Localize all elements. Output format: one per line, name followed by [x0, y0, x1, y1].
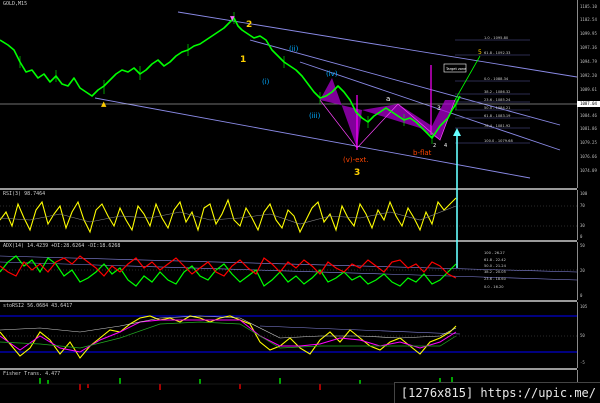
wave-label-iii: (iii)	[309, 112, 321, 120]
wave-label-2: 2	[246, 20, 252, 30]
stoch-rsi-pane[interactable]: stoRSI2 56.0684 43.6417	[0, 302, 577, 368]
price-tick: 1089.61	[580, 87, 597, 92]
adx-scale: 50 20 0	[577, 242, 600, 300]
adx-minus-di	[0, 255, 457, 279]
upper-channel-line	[177, 11, 577, 78]
adx-fib-labels: 100 - 26.27 61.8 - 22.42 50.0 - 21.24 38…	[484, 251, 507, 289]
wave-label-b-flat: b-flat	[413, 149, 432, 157]
wave-label-ii: (ii)	[289, 45, 299, 53]
stoch-tick: 105	[580, 304, 588, 309]
adx-pane[interactable]: ADX(14) 14.4239 +DI:28.6264 -DI:18.6268 …	[0, 242, 577, 300]
svg-text:50.0 - 21.24: 50.0 - 21.24	[484, 264, 507, 268]
svg-text:23.6 - 18.60: 23.6 - 18.60	[484, 277, 507, 281]
projection-line	[454, 55, 481, 101]
fib-label: 61.8 - 1083.19	[484, 114, 511, 118]
adx-tick: 0	[580, 293, 583, 298]
adx-tick: 20	[580, 268, 585, 273]
adx-canvas: 100 - 26.27 61.8 - 22.42 50.0 - 21.24 38…	[0, 251, 577, 289]
rsi-tick: 0	[580, 234, 583, 239]
stoch-rsi-canvas	[0, 315, 577, 359]
svg-text:0.0 - 16.20: 0.0 - 16.20	[484, 285, 504, 289]
fib-label: 38.2 - 1086.32	[484, 90, 510, 94]
fib-level-labels: 1.0 - 1095.80 61.8 - 1092.33 0.0 - 1088.…	[484, 36, 513, 143]
price-tick: 1076.66	[580, 154, 597, 159]
price-tick: 1097.36	[580, 45, 597, 50]
adx-tick: 50	[580, 243, 585, 248]
rsi-tick: 30	[580, 223, 585, 228]
price-tick: 1074.09	[580, 168, 597, 173]
wave-label-1: 1	[240, 55, 246, 65]
svg-text:100 - 26.27: 100 - 26.27	[484, 251, 505, 255]
fib-label: 1.0 - 1095.80	[484, 36, 509, 40]
wave-label-5: 5	[478, 49, 482, 56]
pattern-right-wing	[362, 100, 455, 140]
price-tick: 1081.86	[580, 126, 597, 131]
price-tick: 1079.25	[580, 140, 597, 145]
fib-label: 100.0 - 1079.68	[484, 139, 513, 143]
stoch-rsi-scale: 105 50 -5	[577, 302, 600, 368]
price-series	[0, 17, 461, 139]
wave-label-i: (i)	[262, 78, 270, 86]
rsi-line	[0, 197, 457, 234]
rsi-tick: 70	[580, 203, 585, 208]
top-marker: ▼	[230, 15, 235, 22]
price-scale[interactable]: 1105.10 1102.54 1099.95 1097.36 1094.79 …	[577, 0, 600, 188]
price-chart-canvas[interactable]: ▲ ▼ 1.0 - 1095.80 61.8 - 1092.33 0.0 - 1…	[0, 0, 577, 188]
price-tick: 1099.95	[580, 31, 597, 36]
wave-label-a: a	[386, 95, 390, 103]
wave-label-2b: 2	[433, 143, 436, 149]
wave-label-3: 3	[354, 168, 360, 178]
price-tick: 1092.20	[580, 73, 597, 78]
price-tick: 1084.46	[580, 113, 597, 118]
price-chart-pane[interactable]: GOLD,M15 ▲ ▼ 1.0 - 1095.80 61.8 - 1092.3…	[0, 0, 577, 188]
stoch-tick: 50	[580, 333, 585, 338]
stoch-band-white	[0, 315, 457, 339]
stoch-tick: -5	[580, 360, 585, 365]
fib-label: 61.8 - 1092.33	[484, 51, 510, 55]
up-arrow-marker: ▲	[101, 100, 107, 108]
rsi-canvas	[0, 197, 577, 234]
target-zone-label: Target zone	[445, 67, 466, 71]
cyan-arrow-overlay	[453, 128, 461, 268]
fib-label: 23.6 - 1085.24	[484, 98, 511, 102]
image-host-badge[interactable]: [1276x815] https://upic.me/	[393, 382, 600, 403]
wave-label-vext: (v)-ext.	[343, 156, 368, 164]
price-tick: 1094.79	[580, 59, 597, 64]
fib-label: 76.4 - 1081.92	[484, 124, 510, 128]
rsi-pane[interactable]: RSI(3) 98.7464	[0, 190, 577, 240]
fib-label: 0.0 - 1088.34	[484, 77, 509, 81]
fib-label: 50.0 - 1084.21	[484, 106, 510, 110]
wave-label-4b: 4	[444, 143, 447, 149]
rsi-tick: 100	[580, 191, 588, 196]
rsi-scale: 100 70 30 0	[577, 190, 600, 240]
price-tick: 1105.10	[580, 4, 597, 9]
svg-text:38.2 - 20.05: 38.2 - 20.05	[484, 270, 506, 274]
price-tick: 1102.54	[580, 17, 597, 22]
wave-label-3b: 3	[437, 105, 441, 112]
wave-label-iv: (iv)	[326, 70, 338, 78]
svg-text:61.8 - 22.42: 61.8 - 22.42	[484, 258, 506, 262]
current-price-marker: 1087.04	[577, 101, 600, 107]
